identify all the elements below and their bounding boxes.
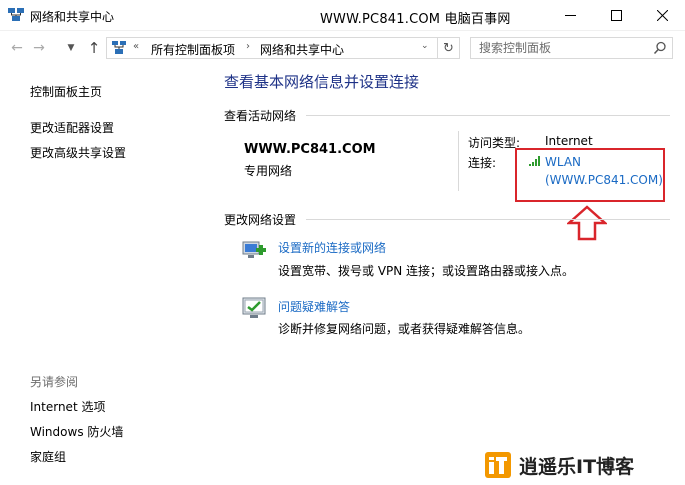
close-button[interactable] [639, 0, 685, 31]
logo-text: 逍遥乐IT博客 [519, 455, 635, 478]
main-pane: 查看基本网络信息并设置连接 查看活动网络 WWW.PC841.COM 专用网络 … [224, 65, 685, 485]
network-name: WWW.PC841.COM [244, 142, 376, 157]
back-button[interactable]: ← [8, 39, 26, 57]
window-title: 网络和共享中心 [30, 10, 115, 24]
access-type-label: 访问类型: [468, 136, 521, 150]
active-networks-title: 查看活动网络 [224, 109, 297, 123]
refresh-button[interactable]: ↻ [438, 37, 460, 59]
troubleshoot-icon [242, 297, 266, 318]
vertical-divider [458, 131, 459, 191]
address-dropdown-icon[interactable]: ⌄ [421, 41, 429, 51]
link-change-adapter-settings[interactable]: 更改适配器设置 [30, 119, 114, 136]
minimize-button[interactable] [547, 0, 593, 31]
maximize-button[interactable] [593, 0, 639, 31]
breadcrumb-network-center[interactable]: 网络和共享中心 [260, 41, 344, 58]
troubleshoot-link[interactable]: 问题疑难解答 [278, 298, 350, 315]
minimize-icon [564, 15, 576, 16]
access-type-value: Internet [545, 134, 593, 148]
maximize-icon [610, 10, 622, 21]
link-internet-options[interactable]: Internet 选项 [30, 398, 105, 415]
breadcrumb-all-control-panel[interactable]: 所有控制面板项 [151, 41, 235, 58]
search-icon [653, 41, 666, 55]
setup-new-connection-desc: 设置宽带、拨号或 VPN 连接；或设置路由器或接入点。 [278, 264, 575, 278]
close-icon [656, 10, 668, 21]
left-pane: 控制面板主页 更改适配器设置 更改高级共享设置 另请参阅 Internet 选项… [0, 65, 215, 485]
search-input[interactable] [471, 38, 651, 58]
link-homegroup[interactable]: 家庭组 [30, 448, 66, 465]
up-arrow-icon: ↑ [87, 39, 101, 57]
troubleshoot-desc: 诊断并修复网络问题，或者获得疑难解答信息。 [278, 322, 531, 336]
section-divider [306, 115, 670, 116]
network-type-link[interactable]: 专用网络 [244, 162, 292, 179]
highlight-box [515, 148, 665, 202]
breadcrumb-overflow[interactable]: « [133, 41, 139, 52]
up-arrow-annotation-icon [567, 205, 607, 241]
watermark-text: WWW.PC841.COM 电脑百事网 [320, 12, 511, 27]
see-also-title: 另请参阅 [30, 375, 79, 389]
chevron-down-icon: ▼ [67, 43, 75, 53]
new-connection-icon [242, 241, 266, 258]
breadcrumb-separator[interactable]: › [246, 41, 250, 52]
recent-locations-button[interactable]: ▼ [62, 39, 80, 57]
back-arrow-icon: ← [11, 40, 23, 56]
page-title: 查看基本网络信息并设置连接 [224, 73, 420, 91]
link-control-panel-home[interactable]: 控制面板主页 [30, 83, 102, 100]
link-windows-firewall[interactable]: Windows 防火墙 [30, 423, 123, 440]
forward-button[interactable]: → [30, 39, 48, 57]
address-box[interactable]: « 所有控制面板项 › 网络和共享中心 ⌄ [106, 37, 438, 59]
refresh-icon: ↻ [443, 40, 454, 56]
site-logo: 逍遥乐IT博客 [485, 452, 635, 478]
section-divider [306, 219, 670, 220]
network-center-icon [8, 8, 24, 21]
control-panel-icon [112, 41, 126, 54]
search-box[interactable] [470, 37, 673, 59]
connection-label: 连接: [468, 156, 497, 170]
navigation-bar: ← → ▼ ↑ « 所有控制面板项 › 网络和共享中心 ⌄ ↻ [0, 31, 685, 65]
up-button[interactable]: ↑ [85, 39, 103, 57]
setup-new-connection-link[interactable]: 设置新的连接或网络 [278, 239, 386, 256]
change-settings-title: 更改网络设置 [224, 213, 297, 227]
link-change-advanced-sharing[interactable]: 更改高级共享设置 [30, 144, 126, 161]
forward-arrow-icon: → [33, 40, 45, 56]
title-bar: 网络和共享中心 WWW.PC841.COM 电脑百事网 [0, 0, 685, 31]
